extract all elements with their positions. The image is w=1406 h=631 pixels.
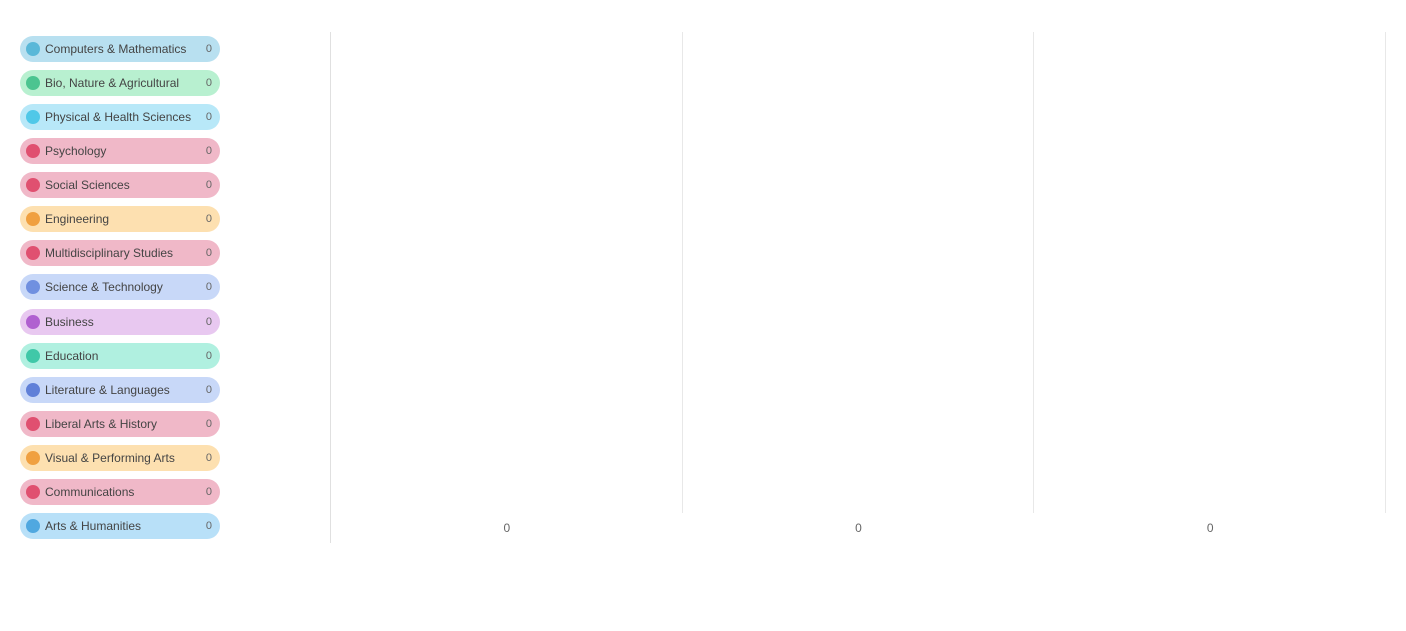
bar-label-pill: Visual & Performing Arts 0 bbox=[20, 445, 220, 471]
pill-dot bbox=[26, 519, 40, 533]
chart-area: Computers & Mathematics0Bio, Nature & Ag… bbox=[20, 32, 1386, 543]
bar-value: 0 bbox=[198, 43, 212, 55]
bar-row: Multidisciplinary Studies 0 bbox=[20, 236, 330, 270]
bar-row: Bio, Nature & Agricultural 0 bbox=[20, 66, 330, 100]
bar-label: Visual & Performing Arts bbox=[45, 451, 175, 465]
grid-section: 000 bbox=[330, 32, 1386, 543]
bar-label-pill: Social Sciences 0 bbox=[20, 172, 220, 198]
bar-label: Physical & Health Sciences bbox=[45, 110, 191, 124]
bar-value: 0 bbox=[198, 111, 212, 123]
bar-row: Physical & Health Sciences 0 bbox=[20, 100, 330, 134]
pill-dot bbox=[26, 42, 40, 56]
bar-label: Communications bbox=[45, 485, 134, 499]
bar-row: Visual & Performing Arts 0 bbox=[20, 441, 330, 475]
x-axis-label: 0 bbox=[1034, 513, 1386, 543]
pill-dot bbox=[26, 383, 40, 397]
bar-label-pill: Science & Technology 0 bbox=[20, 274, 220, 300]
bar-label-pill: Multidisciplinary Studies 0 bbox=[20, 240, 220, 266]
bar-label-pill: Literature & Languages 0 bbox=[20, 377, 220, 403]
bar-label: Business bbox=[45, 315, 94, 329]
pill-dot bbox=[26, 451, 40, 465]
bar-label-pill: Liberal Arts & History 0 bbox=[20, 411, 220, 437]
bar-label: Engineering bbox=[45, 212, 109, 226]
bar-label: Arts & Humanities bbox=[45, 519, 141, 533]
bar-label: Liberal Arts & History bbox=[45, 417, 157, 431]
bar-row: Science & Technology 0 bbox=[20, 270, 330, 304]
bar-value: 0 bbox=[198, 350, 212, 362]
bar-value: 0 bbox=[198, 247, 212, 259]
bar-value: 0 bbox=[198, 520, 212, 532]
bar-label: Literature & Languages bbox=[45, 383, 170, 397]
grid-lines bbox=[331, 32, 1386, 513]
pill-dot bbox=[26, 212, 40, 226]
bar-row: Computers & Mathematics 0 bbox=[20, 32, 330, 66]
bar-value: 0 bbox=[198, 486, 212, 498]
chart-container: Computers & Mathematics0Bio, Nature & Ag… bbox=[0, 0, 1406, 631]
pill-dot bbox=[26, 144, 40, 158]
bar-label: Multidisciplinary Studies bbox=[45, 246, 173, 260]
grid-line-2 bbox=[683, 32, 1035, 513]
bar-label-pill: Business 0 bbox=[20, 309, 220, 335]
bar-label-pill: Arts & Humanities 0 bbox=[20, 513, 220, 539]
bar-row: Social Sciences 0 bbox=[20, 168, 330, 202]
bar-label-pill: Communications 0 bbox=[20, 479, 220, 505]
bar-label-pill: Physical & Health Sciences 0 bbox=[20, 104, 220, 130]
bar-value: 0 bbox=[198, 316, 212, 328]
pill-dot bbox=[26, 349, 40, 363]
bar-value: 0 bbox=[198, 452, 212, 464]
x-axis: 000 bbox=[331, 513, 1386, 543]
pill-dot bbox=[26, 246, 40, 260]
bar-row: Literature & Languages 0 bbox=[20, 373, 330, 407]
bar-row: Engineering 0 bbox=[20, 202, 330, 236]
bar-row: Arts & Humanities 0 bbox=[20, 509, 330, 543]
bar-label: Social Sciences bbox=[45, 178, 130, 192]
bar-value: 0 bbox=[198, 213, 212, 225]
pill-dot bbox=[26, 76, 40, 90]
pill-dot bbox=[26, 417, 40, 431]
bar-label-pill: Bio, Nature & Agricultural 0 bbox=[20, 70, 220, 96]
bar-row: Business 0 bbox=[20, 305, 330, 339]
grid-line-3 bbox=[1034, 32, 1386, 513]
bar-value: 0 bbox=[198, 418, 212, 430]
bar-label: Bio, Nature & Agricultural bbox=[45, 76, 179, 90]
x-axis-label: 0 bbox=[331, 513, 683, 543]
bar-label: Computers & Mathematics bbox=[45, 42, 186, 56]
bar-row: Psychology 0 bbox=[20, 134, 330, 168]
bar-value: 0 bbox=[198, 145, 212, 157]
bar-label-pill: Computers & Mathematics 0 bbox=[20, 36, 220, 62]
bar-label-pill: Psychology 0 bbox=[20, 138, 220, 164]
bar-label: Psychology bbox=[45, 144, 106, 158]
bar-label: Education bbox=[45, 349, 98, 363]
bar-label-pill: Engineering 0 bbox=[20, 206, 220, 232]
x-axis-label: 0 bbox=[683, 513, 1035, 543]
pill-dot bbox=[26, 178, 40, 192]
bar-label: Science & Technology bbox=[45, 280, 163, 294]
bars-section: Computers & Mathematics0Bio, Nature & Ag… bbox=[20, 32, 330, 543]
bar-value: 0 bbox=[198, 281, 212, 293]
pill-dot bbox=[26, 280, 40, 294]
bar-value: 0 bbox=[198, 77, 212, 89]
bar-row: Liberal Arts & History 0 bbox=[20, 407, 330, 441]
pill-dot bbox=[26, 485, 40, 499]
bar-value: 0 bbox=[198, 384, 212, 396]
bar-label-pill: Education 0 bbox=[20, 343, 220, 369]
grid-line-1 bbox=[331, 32, 683, 513]
pill-dot bbox=[26, 110, 40, 124]
pill-dot bbox=[26, 315, 40, 329]
bar-row: Communications 0 bbox=[20, 475, 330, 509]
bar-row: Education 0 bbox=[20, 339, 330, 373]
bar-value: 0 bbox=[198, 179, 212, 191]
